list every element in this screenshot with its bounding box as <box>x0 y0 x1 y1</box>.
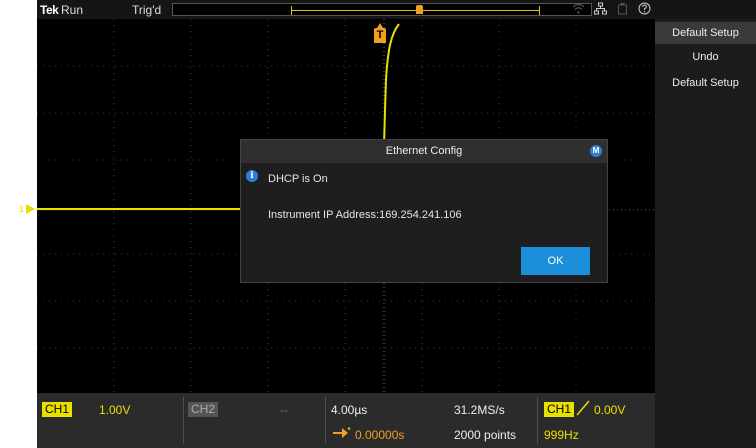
info-icon: i <box>246 170 258 182</box>
ch2-badge[interactable]: CH2 <box>188 402 219 417</box>
sample-rate: 31.2MS/s <box>454 403 505 417</box>
oscilloscope-screen: Tek Run Trig'd T Ethernet Config M i DHC… <box>37 0 655 448</box>
m-badge-icon: M <box>590 145 602 157</box>
horizontal-delay-arrow-icon <box>333 427 351 438</box>
dialog-title: Ethernet Config <box>241 140 607 163</box>
side-menu: Default Setup Undo Default Setup <box>655 0 756 448</box>
trigger-source-badge[interactable]: CH1 <box>544 402 575 417</box>
readout-divider <box>537 397 538 444</box>
trigger-t-marker[interactable]: T <box>374 23 386 43</box>
readout-divider <box>325 397 326 444</box>
ok-button[interactable]: OK <box>521 247 590 275</box>
usb-icon <box>616 2 629 17</box>
ch1-badge[interactable]: CH1 <box>42 402 73 417</box>
top-icon-group <box>572 2 651 17</box>
side-menu-header <box>655 0 756 19</box>
record-length[interactable]: 2000 points <box>454 428 516 442</box>
readout-divider <box>183 397 184 444</box>
rising-edge-slope-icon <box>576 400 590 416</box>
trigger-position-marker <box>416 5 423 14</box>
horizontal-timebase[interactable]: 4.00µs <box>331 403 367 417</box>
ch1-vertical-scale[interactable]: 1.00V <box>99 403 130 417</box>
status-bar: Tek Run Trig'd <box>37 0 655 19</box>
side-menu-title: Default Setup <box>655 22 756 44</box>
acquisition-run-state[interactable]: Run <box>61 3 83 17</box>
ch1-level-number: 1 <box>19 204 25 214</box>
trigger-frequency: 999Hz <box>544 428 579 442</box>
ethernet-config-dialog: Ethernet Config M i DHCP is On Instrumen… <box>240 139 608 283</box>
help-icon[interactable] <box>638 2 651 17</box>
ch2-vertical-scale[interactable]: -- <box>280 403 288 417</box>
dhcp-status-text: DHCP is On <box>268 173 328 185</box>
trigger-state: Trig'd <box>132 3 162 17</box>
default-setup-menu-item[interactable]: Default Setup <box>655 72 756 94</box>
ch1-level-arrow-icon <box>26 204 35 214</box>
undo-menu-item[interactable]: Undo <box>655 46 756 68</box>
bottom-readout-bar: CH1 1.00V CH2 -- 4.00µs 0.00000s 31.2MS/… <box>37 393 655 448</box>
trigger-level[interactable]: 0.00V <box>594 403 625 417</box>
record-view-bar[interactable] <box>172 3 592 16</box>
brand-logo: Tek <box>40 3 59 17</box>
wifi-icon <box>572 2 585 17</box>
ip-address-text: Instrument IP Address:169.254.241.106 <box>268 209 462 221</box>
horizontal-delay-value[interactable]: 0.00000s <box>355 428 404 442</box>
record-window-line <box>291 10 539 11</box>
record-bar-right-bracket <box>539 6 540 15</box>
network-icon[interactable] <box>594 2 607 17</box>
ch1-ground-level-marker[interactable]: 1 <box>19 204 37 214</box>
